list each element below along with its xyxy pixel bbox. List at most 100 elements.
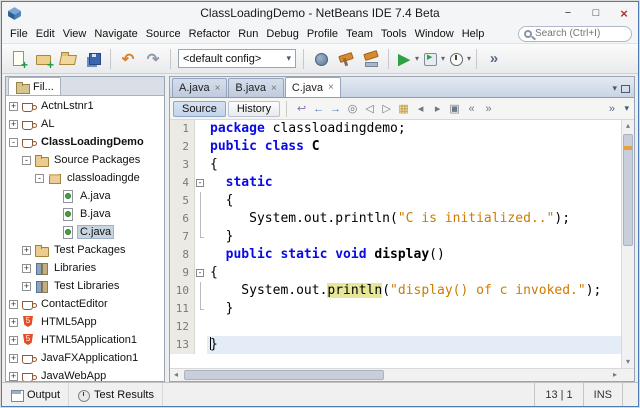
expand-handle[interactable]: + [9,317,18,327]
scroll-down-icon[interactable]: ▾ [622,356,634,368]
tree-item-test-libraries[interactable]: + Test Libraries [6,277,164,295]
view-source[interactable]: Source [173,100,226,117]
tab-list-chevron-icon[interactable]: ▾ [612,83,617,94]
forward-icon[interactable]: → [327,103,344,115]
tree-item-b-java[interactable]: B.java [6,205,164,223]
h-scroll-thumb[interactable] [184,370,384,380]
menu-edit[interactable]: Edit [32,28,59,40]
tree-item-javafxapplication1[interactable]: + JavaFXApplication1 [6,349,164,367]
tree-item-c-java[interactable]: C.java [6,223,164,241]
close-icon[interactable]: × [271,83,277,94]
clean-build-button[interactable] [359,47,383,71]
new-project-button[interactable] [31,47,55,72]
view-history[interactable]: History [227,100,281,117]
tree-item-source-packages[interactable]: - Source Packages [6,151,164,169]
collapse-handle[interactable]: - [22,155,31,165]
code-line-10[interactable]: 10 System.out.println("display() of c in… [170,282,621,300]
overflow-button[interactable]: » [482,47,506,71]
tab-a-java[interactable]: A.java × [172,78,228,97]
tree-item-html5app[interactable]: + HTML5App [6,313,164,331]
find-selection-icon[interactable]: ◎ [344,102,361,115]
toggle-highlight-icon[interactable]: ▦ [395,102,412,115]
expand-handle[interactable]: + [9,101,18,111]
tree-item-test-packages[interactable]: + Test Packages [6,241,164,259]
code-line-9[interactable]: 9-{ [170,264,621,282]
code-area[interactable]: 1 package classloadingdemo; 2 public class … [170,120,621,368]
statusbar-panel-output[interactable]: Output [2,383,70,406]
editor-overflow-icon[interactable]: » [603,103,620,115]
tree-item-actnlstnr1[interactable]: + ActnLstnr1 [6,97,164,115]
collapse-handle[interactable]: - [35,173,44,183]
debug-button[interactable]: ▾ [420,47,445,71]
code-line-13[interactable]: 13} [170,336,621,354]
menu-refactor[interactable]: Refactor [185,28,235,40]
menu-profile[interactable]: Profile [303,28,342,40]
code-line-8[interactable]: 8 public static void display() [170,246,621,264]
menu-view[interactable]: View [59,28,91,40]
close-button[interactable]: × [610,3,638,23]
chevron-down-icon[interactable]: ▾ [467,54,471,63]
scroll-left-icon[interactable]: ◂ [170,369,182,381]
statusbar-panel-test-results[interactable]: Test Results [69,383,163,406]
tree-item-contacteditor[interactable]: + ContactEditor [6,295,164,313]
tab-files[interactable]: Fil... [8,77,61,95]
find-next-icon[interactable]: ▷ [378,102,395,115]
code-line-11[interactable]: 11 } [170,300,621,318]
collapse-handle[interactable]: - [9,137,18,147]
tree-item-al[interactable]: + AL [6,115,164,133]
fold-collapse-icon[interactable]: - [196,269,204,277]
expand-handle[interactable]: + [22,263,31,273]
minimize-button[interactable]: − [554,3,582,23]
code-line-5[interactable]: 5 { [170,192,621,210]
open-project-button[interactable] [56,47,80,71]
last-edit-icon[interactable]: ↩ [293,102,310,115]
expand-handle[interactable]: + [9,119,18,129]
undo-button[interactable]: ↶ [116,47,140,71]
code-line-2[interactable]: 2 public class C [170,138,621,156]
next-bookmark-icon[interactable]: ▸ [429,102,446,115]
maximize-button[interactable]: □ [582,3,610,23]
close-icon[interactable]: × [328,82,334,93]
expand-handle[interactable]: + [22,245,31,255]
menu-debug[interactable]: Debug [262,28,302,40]
scroll-right-icon[interactable]: ▸ [609,369,621,381]
search-box[interactable] [518,25,632,42]
h-scrollbar[interactable]: ◂ ▸ [170,368,634,381]
profile-button[interactable]: ▾ [446,47,471,71]
code-line-3[interactable]: 3{ [170,156,621,174]
previous-bookmark-icon[interactable]: ◂ [412,102,429,115]
menu-run[interactable]: Run [234,28,262,40]
tab-c-java[interactable]: C.java × [284,77,341,97]
fold-toggle[interactable]: - [195,264,207,282]
tree-item-classloadingde[interactable]: - classloadingde [6,169,164,187]
close-icon[interactable]: × [215,83,221,94]
expand-handle[interactable]: + [9,299,18,309]
menu-source[interactable]: Source [142,28,185,40]
scroll-up-icon[interactable]: ▴ [622,120,634,132]
expand-handle[interactable]: + [22,281,31,291]
tree-item-a-java[interactable]: A.java [6,187,164,205]
deploy-button[interactable] [309,47,333,71]
toggle-bookmark-icon[interactable]: ▣ [446,102,463,115]
code-line-7[interactable]: 7 } [170,228,621,246]
run-button[interactable]: ▶ ▾ [394,47,419,71]
tab-b-java[interactable]: B.java × [228,78,284,97]
v-scrollbar[interactable]: ▴ ▾ [621,120,634,368]
tree-item-javawebapp[interactable]: + JavaWebApp [6,367,164,381]
fold-collapse-icon[interactable]: - [196,179,204,187]
chevron-down-icon[interactable]: ▾ [624,103,629,114]
tree-item-html5application1[interactable]: + HTML5Application1 [6,331,164,349]
save-all-button[interactable] [81,47,105,71]
find-previous-icon[interactable]: ◁ [361,102,378,115]
shift-right-icon[interactable]: » [480,103,497,115]
tree-item-classloadingdemo[interactable]: - ClassLoadingDemo [6,133,164,151]
shift-left-icon[interactable]: « [463,103,480,115]
code-line-12[interactable]: 12 [170,318,621,336]
menu-tools[interactable]: Tools [377,28,411,40]
menu-navigate[interactable]: Navigate [90,28,141,40]
back-icon[interactable]: ← [310,103,327,115]
fold-toggle[interactable]: - [195,174,207,192]
redo-button[interactable]: ↷ [141,47,165,71]
v-scroll-thumb[interactable] [623,134,633,246]
code-line-6[interactable]: 6 System.out.println("C is initialized..… [170,210,621,228]
